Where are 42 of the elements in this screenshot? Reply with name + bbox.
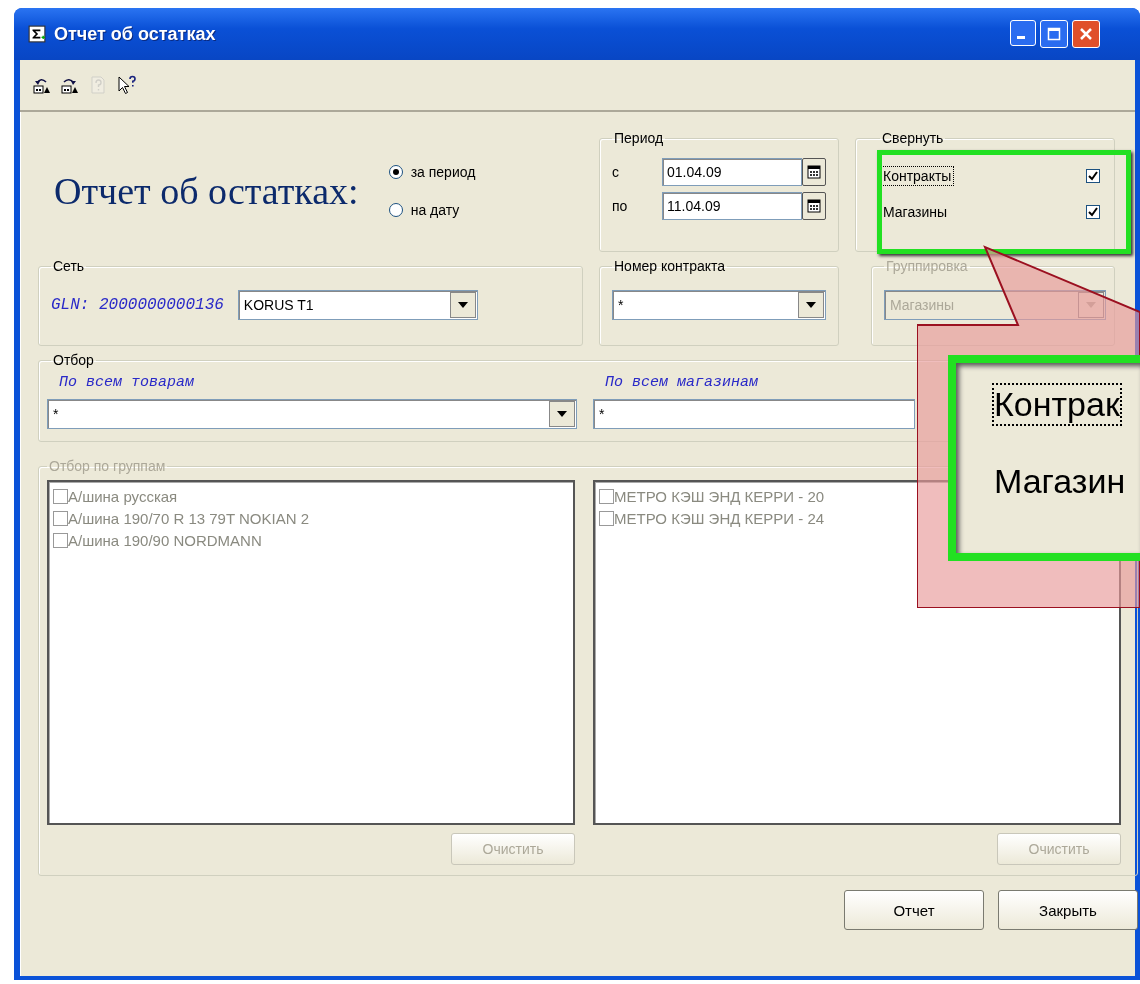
group-title: Номер контракта [613, 258, 727, 274]
close-button[interactable]: Закрыть [998, 890, 1138, 930]
filter-caption: По всем магазинам [604, 374, 760, 391]
checkbox-label[interactable]: Магазины [880, 202, 951, 222]
group-title: Отбор по группам [48, 458, 167, 474]
calendar-icon [807, 165, 821, 179]
checkbox[interactable] [1086, 205, 1100, 219]
close-button[interactable] [1072, 20, 1100, 48]
group-title: Период [613, 130, 665, 146]
group-title: Сеть [52, 258, 86, 274]
date-field[interactable]: 11.04.09 [662, 192, 802, 220]
dropdown-field[interactable]: * [47, 399, 577, 429]
group-title: Свернуть [881, 130, 945, 146]
group-title: Группировка [885, 258, 969, 274]
window-title: Отчет об остатках [54, 23, 217, 45]
maximize-button[interactable] [1040, 20, 1068, 48]
calendar-button[interactable] [802, 192, 826, 220]
group-title: Отбор [52, 352, 95, 368]
calendar-icon [807, 199, 821, 213]
report-button[interactable]: Отчет [844, 890, 984, 930]
magnified-label: Магазин [993, 461, 1127, 502]
date-field[interactable]: 01.04.09 [662, 158, 802, 186]
field-label: с [612, 164, 620, 180]
minimize-icon [1017, 36, 1025, 39]
gln-label: GLN: 2000000000136 [51, 296, 224, 314]
magnified-label: Контрак [992, 383, 1122, 426]
sigma-icon [28, 25, 46, 43]
dropdown-field[interactable]: * [612, 290, 826, 320]
dropdown-field[interactable]: KORUS T1 [237, 290, 478, 320]
filter-caption: По всем товарам [58, 374, 196, 391]
radio-button[interactable] [388, 203, 403, 217]
dropdown-field[interactable]: * [593, 399, 915, 429]
checkbox[interactable] [1086, 169, 1100, 183]
report-heading: Отчет об остатках: [54, 169, 359, 213]
radio-button[interactable] [388, 165, 403, 179]
field-label: по [612, 198, 629, 214]
calendar-button[interactable] [802, 158, 826, 186]
checkbox-label[interactable]: Контракты [880, 166, 955, 186]
radio-label[interactable]: за период [410, 164, 476, 180]
pointer-help-icon[interactable] [116, 75, 138, 95]
radio-label[interactable]: на дату [410, 202, 460, 218]
minimize-button[interactable] [1010, 20, 1036, 46]
